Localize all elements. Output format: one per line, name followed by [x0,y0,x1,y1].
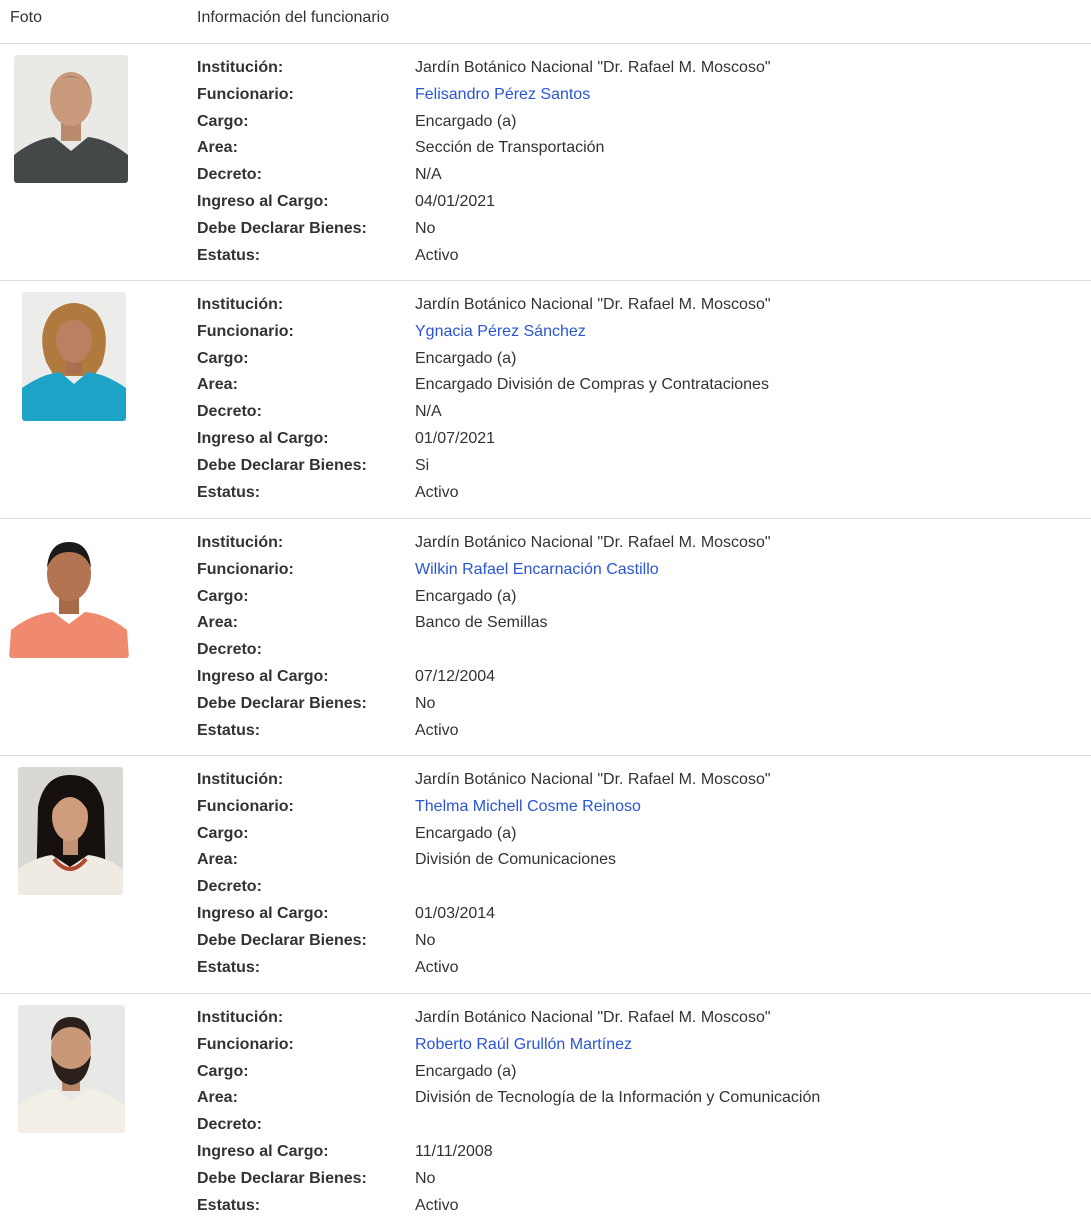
label-decreto: Decreto: [197,878,262,896]
label-area: Area: [197,1089,238,1107]
value-cargo: Encargado (a) [415,349,517,367]
funcionario-link[interactable]: Ygnacia Pérez Sánchez [415,323,586,341]
value-declarar: No [415,1169,436,1187]
label-area: Area: [197,376,238,394]
value-institucion: Jardín Botánico Nacional "Dr. Rafael M. … [415,296,771,313]
label-area: Area: [197,139,238,157]
value-cargo: Encargado (a) [415,824,517,842]
man-portrait-icon [9,530,129,658]
label-cargo: Cargo: [197,1062,249,1080]
value-decreto: N/A [415,403,442,421]
value-area: Banco de Semillas [415,614,548,632]
label-area: Area: [197,851,238,869]
label-estatus: Estatus: [197,958,261,976]
value-ingreso: 01/03/2014 [415,904,496,922]
label-estatus: Estatus: [197,721,261,739]
woman-portrait-icon [22,292,126,421]
label-decreto: Decreto: [197,166,262,184]
label-institucion: Institución: [197,771,284,788]
label-estatus: Estatus: [197,483,261,501]
label-cargo: Cargo: [197,587,249,605]
label-declarar: Debe Declarar Bienes: [197,694,367,712]
value-cargo: Encargado (a) [415,587,517,605]
value-estatus: Activo [415,1196,459,1214]
value-estatus: Activo [415,483,459,501]
label-funcionario: Funcionario: [197,85,294,103]
value-area: Sección de Transportación [415,139,605,157]
value-institucion: Jardín Botánico Nacional "Dr. Rafael M. … [415,771,771,788]
value-ingreso: 04/01/2021 [415,192,496,210]
value-cargo: Encargado (a) [415,112,517,130]
label-declarar: Debe Declarar Bienes: [197,1169,367,1187]
value-decreto: N/A [415,166,442,184]
label-estatus: Estatus: [197,1196,261,1214]
label-institucion: Institución: [197,534,284,551]
label-declarar: Debe Declarar Bienes: [197,931,367,949]
funcionarios-table: Foto Información del funcionario Institu… [0,0,1091,1226]
label-cargo: Cargo: [197,824,249,842]
label-estatus: Estatus: [197,246,261,264]
employee-photo [18,767,123,895]
label-institucion: Institución: [197,296,284,313]
value-ingreso: 07/12/2004 [415,667,496,685]
label-ingreso: Ingreso al Cargo: [197,667,329,685]
label-institucion: Institución: [197,59,284,76]
label-cargo: Cargo: [197,112,249,130]
employee-photo [22,292,126,421]
label-decreto: Decreto: [197,641,262,659]
woman-portrait-icon [18,767,123,895]
label-ingreso: Ingreso al Cargo: [197,429,329,447]
employee-photo [14,55,128,183]
value-declarar: No [415,931,436,949]
label-funcionario: Funcionario: [197,1035,294,1053]
value-cargo: Encargado (a) [415,1062,517,1080]
funcionario-link[interactable]: Roberto Raúl Grullón Martínez [415,1036,632,1054]
label-area: Area: [197,614,238,632]
value-estatus: Activo [415,721,459,739]
label-funcionario: Funcionario: [197,560,294,578]
value-institucion: Jardín Botánico Nacional "Dr. Rafael M. … [415,1009,771,1026]
value-area: Encargado División de Compras y Contrata… [415,376,769,394]
employee-photo [9,530,129,658]
label-ingreso: Ingreso al Cargo: [197,1142,329,1160]
funcionario-link[interactable]: Thelma Michell Cosme Reinoso [415,798,641,816]
table-header: Foto Información del funcionario [0,0,1091,44]
label-institucion: Institución: [197,1009,284,1026]
table-row: Institución: Jardín Botánico Nacional "Dr… [0,281,1091,519]
value-declarar: Si [415,456,430,474]
value-declarar: No [415,219,436,237]
table-row: Institución: Jardín Botánico Nacional "Dr… [0,756,1091,994]
table-row: Institución: Jardín Botánico Nacional "Dr… [0,994,1091,1226]
man-portrait-icon [18,1005,125,1133]
label-ingreso: Ingreso al Cargo: [197,192,329,210]
value-institucion: Jardín Botánico Nacional "Dr. Rafael M. … [415,59,771,76]
label-decreto: Decreto: [197,1116,262,1134]
label-decreto: Decreto: [197,403,262,421]
table-row: Institución: Jardín Botánico Nacional "Dr… [0,44,1091,281]
value-area: División de Comunicaciones [415,851,616,869]
value-institucion: Jardín Botánico Nacional "Dr. Rafael M. … [415,534,771,551]
value-declarar: No [415,694,436,712]
value-area: División de Tecnología de la Información… [415,1089,821,1107]
label-funcionario: Funcionario: [197,797,294,815]
label-declarar: Debe Declarar Bienes: [197,219,367,237]
value-estatus: Activo [415,958,459,976]
header-informacion: Información del funcionario [197,9,390,26]
label-declarar: Debe Declarar Bienes: [197,456,367,474]
funcionario-link[interactable]: Wilkin Rafael Encarnación Castillo [415,561,659,579]
label-funcionario: Funcionario: [197,322,294,340]
funcionario-link[interactable]: Felisandro Pérez Santos [415,86,590,104]
value-ingreso: 01/07/2021 [415,429,496,447]
value-estatus: Activo [415,246,459,264]
employee-photo [18,1005,125,1133]
value-ingreso: 11/11/2008 [415,1142,493,1160]
label-ingreso: Ingreso al Cargo: [197,904,329,922]
table-row: Institución: Jardín Botánico Nacional "Dr… [0,519,1091,756]
header-foto: Foto [10,9,43,26]
man-portrait-icon [14,55,128,183]
label-cargo: Cargo: [197,349,249,367]
